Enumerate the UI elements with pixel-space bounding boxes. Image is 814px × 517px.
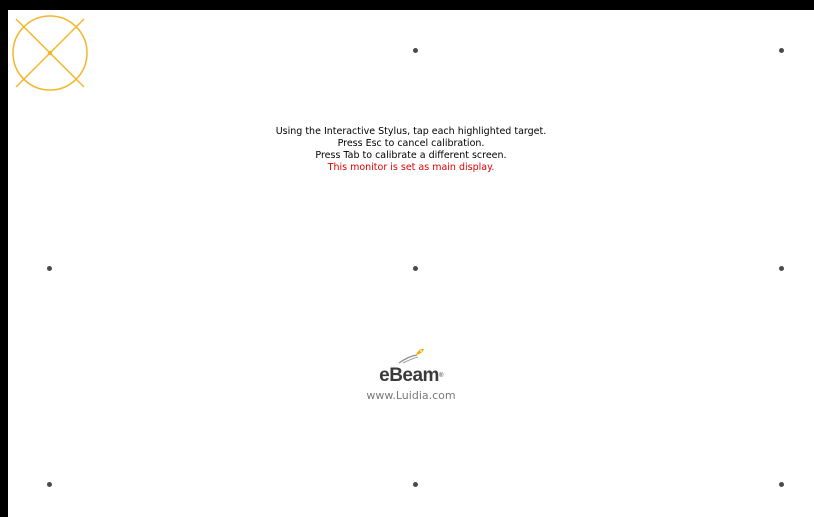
calibration-dot-middle-center xyxy=(413,266,418,271)
calibration-dot-middle-left xyxy=(47,266,52,271)
calibration-screen[interactable]: Using the Interactive Stylus, tap each h… xyxy=(8,10,814,517)
calibration-instructions: Using the Interactive Stylus, tap each h… xyxy=(8,126,814,174)
calibration-dot-middle-right xyxy=(779,266,784,271)
main-display-warning: This monitor is set as main display. xyxy=(327,162,495,173)
ebeam-logo: eBeam® www.Luidia.com xyxy=(8,346,814,402)
luidia-swoosh-icon xyxy=(398,348,424,364)
instruction-esc-cancel: Press Esc to cancel calibration. xyxy=(337,138,485,149)
calibration-dot-top-right xyxy=(779,48,784,53)
brand-name: eBeam® xyxy=(379,365,443,386)
instruction-tap-targets: Using the Interactive Stylus, tap each h… xyxy=(275,126,547,137)
calibration-dot-bottom-right xyxy=(779,482,784,487)
brand-url: www.Luidia.com xyxy=(366,389,456,402)
calibration-dot-top-center xyxy=(413,48,418,53)
calibration-dot-bottom-left xyxy=(47,482,52,487)
instruction-tab-switch: Press Tab to calibrate a different scree… xyxy=(315,150,507,161)
calibration-dot-bottom-center xyxy=(413,482,418,487)
crosshair-target-icon[interactable] xyxy=(12,15,88,91)
